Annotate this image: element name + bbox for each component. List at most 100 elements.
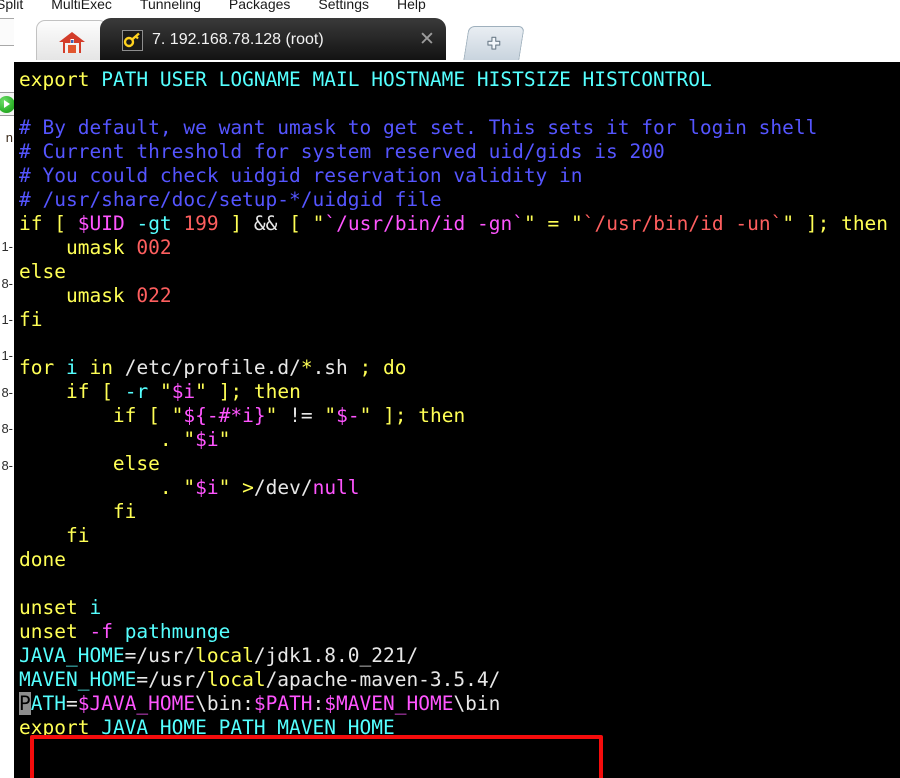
terminal-span bbox=[160, 404, 172, 427]
key-icon bbox=[122, 30, 143, 51]
terminal-span: local bbox=[206, 668, 266, 691]
session-list[interactable]: n 1- 8- 1- 1- 8- 8- 8- bbox=[0, 120, 14, 484]
terminal-span bbox=[242, 380, 254, 403]
terminal-span bbox=[219, 212, 231, 235]
tab-label: 7. 192.168.78.128 (root) bbox=[152, 31, 324, 48]
menu-item-packages[interactable]: Packages bbox=[215, 0, 304, 14]
terminal-span: ]; bbox=[383, 404, 407, 427]
annotation-highlight-box bbox=[30, 735, 603, 778]
close-icon[interactable]: ✕ bbox=[412, 18, 442, 62]
session-list-item[interactable]: 8- bbox=[0, 266, 14, 302]
terminal-span: pathmunge bbox=[124, 620, 231, 643]
session-list-item[interactable] bbox=[0, 156, 14, 192]
terminal-span bbox=[19, 476, 160, 499]
terminal-span bbox=[794, 212, 806, 235]
terminal-span: then bbox=[253, 380, 301, 403]
terminal-span: JAVA_HOME PATH MAVEN_HOME bbox=[101, 716, 395, 739]
start-session-button[interactable] bbox=[0, 92, 14, 116]
session-sidebar[interactable]: n 1- 8- 1- 1- 8- 8- 8- bbox=[0, 14, 15, 778]
session-list-item[interactable]: 8- bbox=[0, 411, 14, 447]
session-list-item[interactable]: 8- bbox=[0, 375, 14, 411]
terminal-span bbox=[78, 356, 90, 379]
terminal-span: ATH bbox=[30, 692, 66, 715]
terminal-span: $MAVEN_HOME bbox=[324, 692, 454, 715]
terminal-span: =/usr/ bbox=[124, 644, 196, 667]
terminal-span bbox=[89, 716, 101, 739]
sidebar-panel-header bbox=[0, 18, 14, 46]
session-list-item[interactable]: 1- bbox=[0, 229, 14, 265]
tab-bar: 7. 192.168.78.128 (root) ✕ bbox=[14, 14, 900, 62]
tab-home[interactable] bbox=[36, 20, 108, 62]
terminal-span bbox=[559, 212, 571, 235]
terminal-line: unset i bbox=[19, 596, 900, 620]
terminal-span: for bbox=[19, 356, 55, 379]
terminal-span bbox=[19, 500, 113, 523]
terminal-span: JAVA_HOME bbox=[19, 644, 125, 667]
terminal-span: " bbox=[324, 404, 337, 427]
terminal-span: " bbox=[524, 212, 536, 235]
menu-item-multiexec[interactable]: MultiExec bbox=[37, 0, 126, 14]
session-list-item[interactable]: 1- bbox=[0, 302, 14, 338]
terminal-span bbox=[54, 356, 66, 379]
terminal-span bbox=[19, 452, 113, 475]
terminal-span: != bbox=[289, 404, 313, 427]
terminal-span: [ bbox=[54, 212, 66, 235]
terminal-span: local bbox=[195, 644, 254, 667]
terminal-span: i bbox=[65, 356, 78, 379]
terminal-span: . bbox=[159, 428, 172, 451]
terminal-span: ${-#*i} bbox=[183, 404, 266, 427]
terminal-span: 022 bbox=[136, 284, 172, 307]
terminal-span bbox=[301, 212, 313, 235]
terminal-span: umask bbox=[65, 284, 125, 307]
terminal-span: $- bbox=[336, 404, 360, 427]
terminal-span: else bbox=[112, 452, 160, 475]
terminal-panel[interactable]: export PATH USER LOGNAME MAIL HOSTNAME H… bbox=[14, 62, 900, 778]
terminal-cursor: P bbox=[19, 692, 31, 715]
terminal-span: # Current threshold for system reserved … bbox=[19, 140, 665, 163]
terminal-span bbox=[78, 620, 90, 643]
session-list-item[interactable]: 1- bbox=[0, 338, 14, 374]
terminal-line: # By default, we want umask to get set. … bbox=[19, 116, 900, 140]
terminal-span: then bbox=[418, 404, 466, 427]
terminal-span: =/usr/ bbox=[136, 668, 207, 691]
terminal-line: umask 002 bbox=[19, 236, 900, 260]
terminal-span: " bbox=[159, 380, 172, 403]
terminal-span: PATH USER LOGNAME MAIL HOSTNAME HISTSIZE… bbox=[101, 68, 712, 91]
terminal-span: * bbox=[300, 356, 313, 379]
terminal-span bbox=[19, 236, 66, 259]
session-list-item[interactable] bbox=[0, 193, 14, 229]
terminal-span: .sh bbox=[312, 356, 360, 379]
terminal-span: if bbox=[65, 380, 90, 403]
terminal-span bbox=[371, 356, 383, 379]
terminal-span: . bbox=[159, 476, 172, 499]
terminal-span: export bbox=[19, 716, 90, 739]
session-list-item[interactable]: 8- bbox=[0, 448, 14, 484]
menu-item-split[interactable]: Split bbox=[0, 0, 37, 14]
terminal-line: . "$i" >/dev/null bbox=[19, 476, 900, 500]
terminal-line: if [ "${-#*i}" != "$-" ]; then bbox=[19, 404, 900, 428]
terminal-line: else bbox=[19, 452, 900, 476]
menu-item-tunneling[interactable]: Tunneling bbox=[126, 0, 215, 14]
terminal-span: fi bbox=[65, 524, 90, 547]
terminal-span: done bbox=[19, 548, 66, 571]
menu-item-settings[interactable]: Settings bbox=[304, 0, 383, 14]
terminal-span bbox=[66, 212, 78, 235]
terminal-span: $JAVA_HOME bbox=[77, 692, 196, 715]
terminal-span: fi bbox=[19, 308, 43, 331]
terminal-span bbox=[313, 404, 325, 427]
terminal-span: && bbox=[253, 212, 278, 235]
session-list-item[interactable]: n bbox=[0, 120, 14, 156]
terminal-span: `/usr/bin/id -gn` bbox=[324, 212, 524, 235]
new-tab-button[interactable] bbox=[463, 26, 525, 60]
terminal-span bbox=[125, 284, 137, 307]
terminal-span bbox=[277, 404, 289, 427]
tab-ssh-session[interactable]: 7. 192.168.78.128 (root) ✕ bbox=[100, 18, 446, 62]
terminal-line: done bbox=[19, 548, 900, 572]
menu-item-help[interactable]: Help bbox=[383, 0, 440, 14]
terminal-span: ]; bbox=[218, 380, 243, 403]
terminal-span bbox=[113, 380, 125, 403]
terminal-span bbox=[19, 428, 160, 451]
terminal-line: fi bbox=[19, 500, 900, 524]
